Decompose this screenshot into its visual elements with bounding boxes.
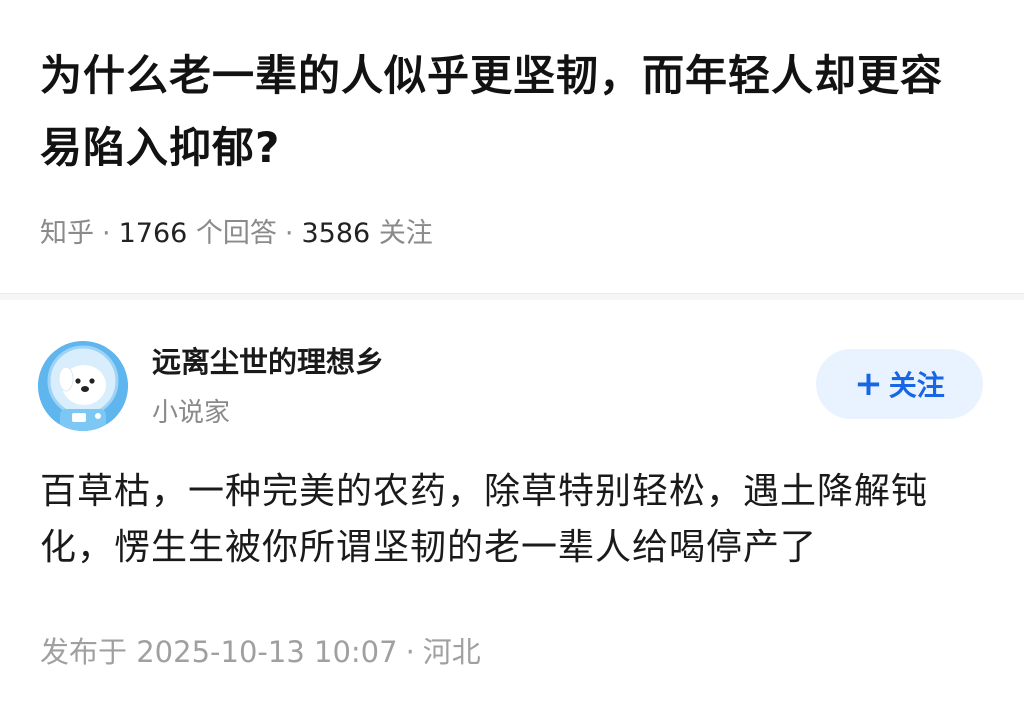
publish-separator: · bbox=[405, 635, 415, 669]
follow-button[interactable]: + 关注 bbox=[816, 349, 983, 419]
meta-separator: · bbox=[284, 218, 294, 249]
plus-icon: + bbox=[854, 364, 883, 404]
publish-prefix: 发布于 bbox=[40, 635, 128, 669]
publish-time: 2025-10-13 10:07 bbox=[136, 635, 398, 669]
answer-card: 远离尘世的理想乡 小说家 + 关注 百草枯，一种完美的农药，除草特别轻松，遇土降解… bbox=[0, 300, 1024, 709]
answer-content[interactable]: 百草枯，一种完美的农药，除草特别轻松，遇土降解钝化，愣生生被你所谓坚韧的老一辈人… bbox=[40, 464, 980, 576]
answer-count: 1766 bbox=[118, 218, 188, 249]
question-title[interactable]: 为什么老一辈的人似乎更坚韧，而年轻人却更容易陷入抑郁? bbox=[40, 40, 980, 184]
author-headline: 小说家 bbox=[152, 398, 231, 428]
publish-location: 河北 bbox=[422, 635, 481, 669]
answer-count-label: 个回答 bbox=[195, 218, 277, 249]
question-meta: 知乎 · 1766 个回答 · 3586 关注 bbox=[40, 212, 433, 256]
avatar[interactable] bbox=[38, 341, 128, 431]
author-name[interactable]: 远离尘世的理想乡 bbox=[152, 342, 384, 382]
astronaut-dog-avatar-icon bbox=[38, 341, 128, 431]
question-card[interactable]: 为什么老一辈的人似乎更坚韧，而年轻人却更容易陷入抑郁? 知乎 · 1766 个回答 ·… bbox=[0, 0, 1024, 294]
follow-count: 3586 bbox=[301, 218, 371, 249]
meta-separator: · bbox=[102, 218, 111, 249]
page: 为什么老一辈的人似乎更坚韧，而年轻人却更容易陷入抑郁? 知乎 · 1766 个回答 ·… bbox=[0, 0, 1024, 709]
publish-info: 发布于 2025-10-13 10:07 · 河北 bbox=[40, 630, 481, 674]
source-label: 知乎 bbox=[40, 218, 94, 249]
follow-button-label: 关注 bbox=[888, 369, 945, 402]
follow-count-label: 关注 bbox=[378, 218, 433, 249]
